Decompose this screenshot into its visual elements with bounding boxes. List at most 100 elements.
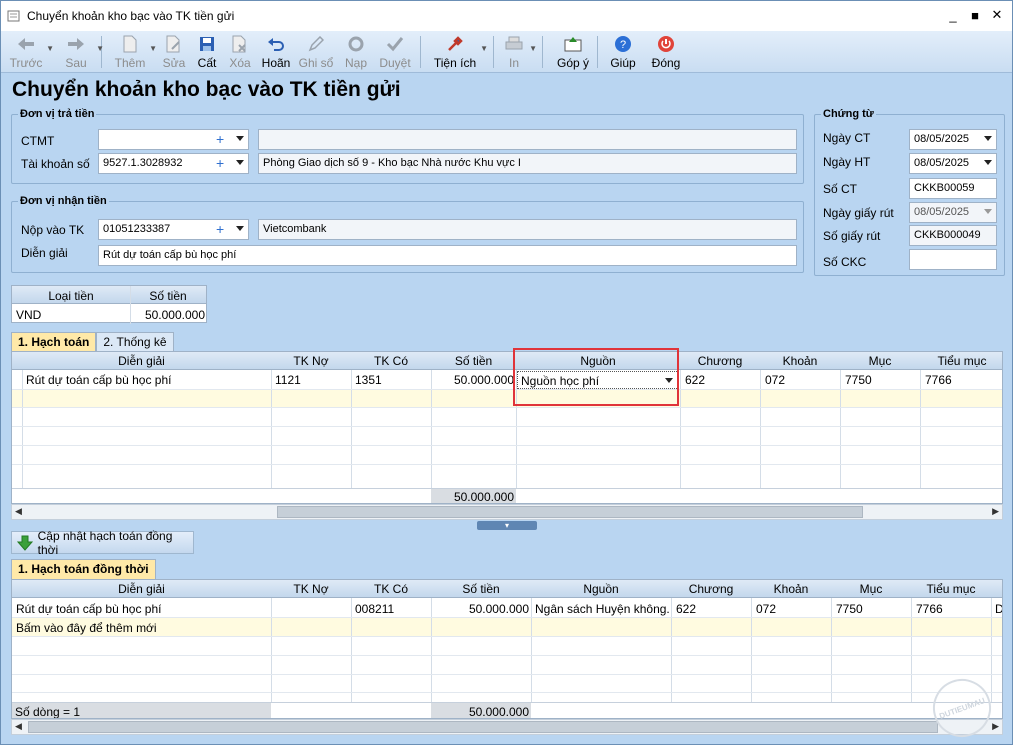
plus-icon[interactable]: + bbox=[216, 221, 224, 238]
currency-type-header: Loại tiền bbox=[48, 289, 94, 303]
col-chapter: Chương bbox=[688, 582, 734, 596]
minimize-button[interactable]: _ bbox=[942, 5, 964, 25]
close-form-button[interactable]: Đóng bbox=[646, 31, 686, 73]
print-button[interactable]: In ▼ bbox=[498, 31, 537, 73]
description-input[interactable]: Rút dự toán cấp bù học phí bbox=[98, 245, 797, 266]
feedback-button[interactable]: Góp ý bbox=[553, 31, 593, 73]
voucher-number-input[interactable]: CKKB00059 bbox=[909, 178, 997, 199]
plus-icon[interactable]: + bbox=[216, 155, 224, 172]
tab-strip: 1. Hạch toán 2. Thống kê bbox=[11, 332, 174, 352]
payee-legend: Đơn vị nhận tiền bbox=[20, 195, 107, 207]
scroll-left-icon[interactable]: ◀ bbox=[15, 721, 22, 732]
prev-button[interactable]: Trước ▼ bbox=[5, 31, 54, 73]
reload-button[interactable]: Nạp bbox=[338, 31, 374, 73]
delete-button[interactable]: Xóa bbox=[222, 31, 258, 73]
row1-description[interactable]: Rút dự toán cấp bù học phí bbox=[16, 602, 161, 616]
divider bbox=[840, 370, 841, 488]
divider bbox=[431, 370, 432, 488]
tab-statistics[interactable]: 2. Thống kê bbox=[96, 332, 174, 352]
grid2-scrollbar[interactable]: ◀ ▶ bbox=[11, 719, 1003, 735]
toolbar-separator bbox=[493, 36, 494, 68]
payer-account-combobox[interactable]: 9527.1.3028932 + bbox=[98, 153, 249, 174]
chevron-down-icon[interactable]: ▼ bbox=[529, 44, 537, 53]
currency-cell[interactable]: VND bbox=[16, 308, 41, 322]
row1-amount[interactable]: 50.000.000 bbox=[431, 602, 529, 616]
accounting-date-picker[interactable]: 08/05/2025 bbox=[909, 153, 997, 174]
chevron-down-icon[interactable] bbox=[984, 160, 992, 165]
row1-item[interactable]: 072 bbox=[765, 373, 785, 387]
chevron-down-icon[interactable] bbox=[236, 160, 244, 165]
divider bbox=[760, 370, 761, 488]
row1-amount[interactable]: 50.000.000 bbox=[431, 373, 514, 387]
add-new-row[interactable]: Bấm vào đây để thêm mới bbox=[16, 621, 157, 635]
splitter-handle[interactable]: ▾ bbox=[477, 521, 537, 530]
row1-credit[interactable]: 008211 bbox=[355, 602, 394, 616]
add-button[interactable]: Thêm ▼ bbox=[110, 31, 157, 73]
row1-section[interactable]: 7750 bbox=[845, 373, 872, 387]
row1-item[interactable]: 072 bbox=[756, 602, 776, 616]
row1-source[interactable]: Ngân sách Huyện không... bbox=[535, 602, 669, 616]
next-button[interactable]: Sau ▼ bbox=[55, 31, 104, 73]
new-row[interactable] bbox=[12, 390, 1002, 407]
watermark-text: DUTIEUMAU bbox=[937, 695, 987, 721]
tab-accounting[interactable]: 1. Hạch toán bbox=[11, 332, 97, 352]
svg-text:?: ? bbox=[620, 39, 626, 51]
post-button[interactable]: Ghi sổ bbox=[294, 31, 338, 73]
edit-button[interactable]: Sửa bbox=[156, 31, 192, 73]
row1-section[interactable]: 7750 bbox=[836, 602, 863, 616]
col-debit: TK Nợ bbox=[293, 354, 329, 368]
ckc-number-input[interactable] bbox=[909, 249, 997, 270]
chevron-down-icon[interactable] bbox=[984, 136, 992, 141]
amount-cell[interactable]: 50.000.000 bbox=[132, 308, 205, 322]
row1-description[interactable]: Rút dự toán cấp bù học phí bbox=[26, 373, 171, 387]
maximize-button[interactable]: ■ bbox=[964, 5, 986, 25]
col-amount: Số tiền bbox=[454, 354, 493, 368]
chevron-down-icon[interactable] bbox=[236, 136, 244, 141]
row1-subsection[interactable]: 7766 bbox=[916, 602, 943, 616]
withdrawal-number-input: CKKB000049 bbox=[909, 225, 997, 246]
scroll-right-icon[interactable]: ▶ bbox=[992, 506, 999, 517]
save-button[interactable]: Cất bbox=[192, 31, 222, 73]
ctmt-label: CTMT bbox=[21, 134, 55, 148]
accounting-grid: Diễn giải TK Nợ TK Có Số tiền Nguồn Chươ… bbox=[11, 351, 1003, 504]
help-button[interactable]: ? Giúp bbox=[606, 31, 640, 73]
accounting-date-label: Ngày HT bbox=[823, 155, 871, 169]
row1-chapter[interactable]: 622 bbox=[685, 373, 705, 387]
scroll-thumb[interactable] bbox=[28, 721, 938, 733]
plus-icon[interactable]: + bbox=[216, 131, 224, 148]
update-simultaneous-button[interactable]: Cập nhật hạch toán đồng thời bbox=[11, 529, 194, 557]
payee-account-label: Nộp vào TK bbox=[21, 223, 85, 237]
grid1-scrollbar[interactable]: ◀ ▶ bbox=[11, 504, 1003, 520]
approve-button[interactable]: Duyệt bbox=[374, 31, 416, 73]
close-button[interactable]: ✕ bbox=[986, 5, 1008, 25]
col-source: Nguồn bbox=[583, 582, 619, 596]
voucher-date-label: Ngày CT bbox=[823, 131, 871, 145]
row1-overflow[interactable]: D bbox=[995, 602, 1002, 616]
row1-credit[interactable]: 1351 bbox=[355, 373, 382, 387]
checkmark-icon bbox=[386, 34, 404, 54]
ctmt-combobox[interactable]: + bbox=[98, 129, 249, 150]
divider bbox=[831, 598, 832, 702]
feedback-icon bbox=[564, 34, 582, 54]
col-item: Khoản bbox=[773, 582, 809, 596]
scroll-right-icon[interactable]: ▶ bbox=[992, 721, 999, 732]
chevron-down-icon[interactable]: ▼ bbox=[480, 44, 488, 53]
withdrawal-date-picker: 08/05/2025 bbox=[909, 202, 997, 223]
chevron-down-icon[interactable] bbox=[236, 226, 244, 231]
row1-subsection[interactable]: 7766 bbox=[925, 373, 952, 387]
tab-simultaneous-accounting[interactable]: 1. Hạch toán đồng thời bbox=[11, 559, 156, 579]
utilities-button[interactable]: Tiện ích ▼ bbox=[429, 31, 488, 73]
chevron-down-icon[interactable]: ▼ bbox=[96, 44, 104, 53]
scroll-left-icon[interactable]: ◀ bbox=[15, 506, 22, 517]
arrow-right-icon bbox=[67, 34, 85, 54]
postpone-button[interactable]: Hoãn bbox=[258, 31, 294, 73]
divider bbox=[12, 389, 1002, 390]
chevron-down-icon[interactable]: ▼ bbox=[46, 44, 54, 53]
row1-debit[interactable]: 1121 bbox=[275, 373, 301, 387]
payee-account-combobox[interactable]: 01051233387 + bbox=[98, 219, 249, 240]
undo-icon bbox=[267, 34, 285, 54]
row1-chapter[interactable]: 622 bbox=[676, 602, 696, 616]
voucher-date-picker[interactable]: 08/05/2025 bbox=[909, 129, 997, 150]
ckc-number-label: Số CKC bbox=[823, 255, 867, 269]
scroll-thumb[interactable] bbox=[277, 506, 863, 518]
